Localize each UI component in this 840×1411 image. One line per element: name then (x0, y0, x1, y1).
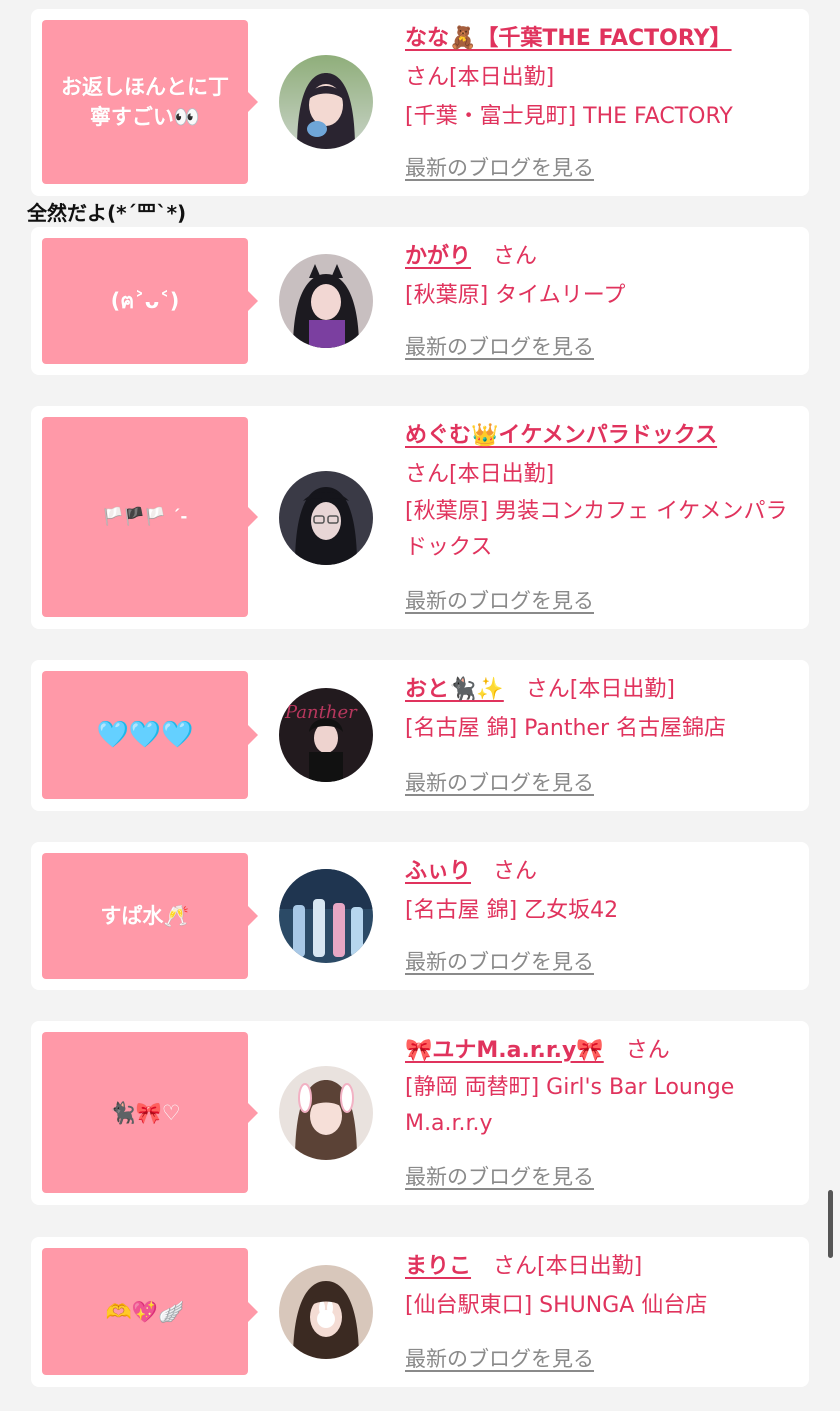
user-suffix: さん[本日出勤] (405, 65, 555, 90)
latest-blog-link[interactable]: 最新のブログを見る (405, 1161, 594, 1191)
user-name-link[interactable]: おと🐈‍⬛✨ (405, 677, 504, 702)
shop-label: [名古屋 錦] 乙女坂42 (405, 898, 619, 923)
user-suffix: さん[本日出勤] (493, 1254, 643, 1279)
notification-card: 🩵🩵🩵 Panther おと🐈‍⬛✨ さん[本日出勤] [名古屋 錦] Panth… (31, 660, 809, 811)
avatar[interactable] (279, 869, 373, 963)
avatar[interactable] (279, 471, 373, 565)
user-name-link[interactable]: かがり (405, 244, 471, 269)
user-info: ふぃり さん [名古屋 錦] 乙女坂42 (405, 852, 797, 930)
user-suffix: さん (625, 1038, 670, 1063)
user-name-link[interactable]: ふぃり (405, 859, 471, 884)
user-suffix: さん (493, 859, 538, 884)
shop-label: [千葉・富士見町] THE FACTORY (405, 104, 733, 129)
message-bubble: 🩵🩵🩵 (42, 671, 258, 799)
page: お返しほんとに丁 寧すごい👀 なな🧸【千葉THE FACTORY】 さん[本日出… (0, 0, 840, 1411)
user-suffix: さん[本日出勤] (405, 462, 555, 487)
latest-blog-link[interactable]: 最新のブログを見る (405, 946, 594, 976)
message-text: すぱ水🥂 (100, 904, 190, 928)
notification-card: 🐈‍⬛🎀♡ 🎀ユナM.a.r.r.y🎀 さん [静岡 両替町] Girl's Ba… (31, 1021, 809, 1205)
latest-blog-link[interactable]: 最新のブログを見る (405, 1343, 594, 1373)
latest-blog-link[interactable]: 最新のブログを見る (405, 152, 594, 182)
message-text: (ฅ˃ᴗ˂) (110, 289, 180, 313)
shop-label: [名古屋 錦] Panther 名古屋錦店 (405, 716, 726, 741)
scrollbar[interactable] (828, 1190, 833, 1258)
user-suffix: さん[本日出勤] (525, 677, 675, 702)
user-info: まりこ さん[本日出勤] [仙台駅東口] SHUNGA 仙台店 (405, 1247, 797, 1325)
latest-blog-link[interactable]: 最新のブログを見る (405, 331, 594, 361)
user-name-link[interactable]: まりこ (405, 1254, 471, 1279)
user-info: めぐむ👑イケメンパラドックス さん[本日出勤] [秋葉原] 男装コンカフェ イケ… (405, 416, 797, 566)
user-info: なな🧸【千葉THE FACTORY】 さん[本日出勤] [千葉・富士見町] TH… (405, 19, 797, 136)
user-name-link[interactable]: なな🧸【千葉THE FACTORY】 (405, 26, 732, 51)
shop-label: [仙台駅東口] SHUNGA 仙台店 (405, 1293, 708, 1318)
user-name-link[interactable]: めぐむ👑イケメンパラドックス (405, 423, 717, 448)
latest-blog-link[interactable]: 最新のブログを見る (405, 767, 594, 797)
shop-label: [秋葉原] タイムリープ (405, 283, 626, 308)
shop-label: [静岡 両替町] Girl's Bar Lounge M.a.r.r.y (405, 1075, 735, 1136)
latest-blog-link[interactable]: 最新のブログを見る (405, 585, 594, 615)
notification-card: 🏳️🏴🏳️ ´- めぐむ👑イケメンパラドックス さん[本日出勤] [秋葉原] 男… (31, 406, 809, 629)
message-bubble: (ฅ˃ᴗ˂) (42, 238, 258, 364)
notification-card: (ฅ˃ᴗ˂) かがり さん [秋葉原] タイムリープ 最新のブログを見る (31, 227, 809, 375)
message-bubble: すぱ水🥂 (42, 853, 258, 979)
avatar[interactable] (279, 1265, 373, 1359)
user-info: かがり さん [秋葉原] タイムリープ (405, 237, 797, 315)
shop-label: [秋葉原] 男装コンカフェ イケメンパラドックス (405, 499, 788, 560)
message-bubble: 🫶💖🪽 (42, 1248, 258, 1375)
avatar[interactable]: Panther (279, 688, 373, 782)
user-name-link[interactable]: 🎀ユナM.a.r.r.y🎀 (405, 1038, 604, 1063)
floating-caption: 全然だよ(*´罒`*) (27, 201, 187, 225)
user-info: 🎀ユナM.a.r.r.y🎀 さん [静岡 両替町] Girl's Bar Loun… (405, 1031, 797, 1142)
message-text: 🐈‍⬛🎀♡ (109, 1100, 181, 1125)
avatar[interactable] (279, 254, 373, 348)
message-text: 🩵🩵🩵 (96, 720, 194, 750)
user-info: おと🐈‍⬛✨ さん[本日出勤] [名古屋 錦] Panther 名古屋錦店 (405, 670, 797, 748)
message-text: 🏳️🏴🏳️ ´- (102, 507, 188, 527)
message-bubble: 🐈‍⬛🎀♡ (42, 1032, 258, 1193)
message-text: 🫶💖🪽 (105, 1299, 185, 1324)
avatar[interactable] (279, 1066, 373, 1160)
message-bubble: 🏳️🏴🏳️ ´- (42, 417, 258, 617)
message-text: お返しほんとに丁 寧すごい👀 (61, 75, 229, 129)
notification-card: すぱ水🥂 ふぃり さん [名古屋 錦] 乙女坂42 最新のブログを見る (31, 842, 809, 990)
message-bubble: お返しほんとに丁 寧すごい👀 (42, 20, 258, 184)
user-suffix: さん (493, 244, 538, 269)
notification-card: 🫶💖🪽 まりこ さん[本日出勤] [仙台駅東口] SHUNGA 仙台店 最新のブロ… (31, 1237, 809, 1387)
avatar[interactable] (279, 55, 373, 149)
notification-card: お返しほんとに丁 寧すごい👀 なな🧸【千葉THE FACTORY】 さん[本日出… (31, 9, 809, 196)
